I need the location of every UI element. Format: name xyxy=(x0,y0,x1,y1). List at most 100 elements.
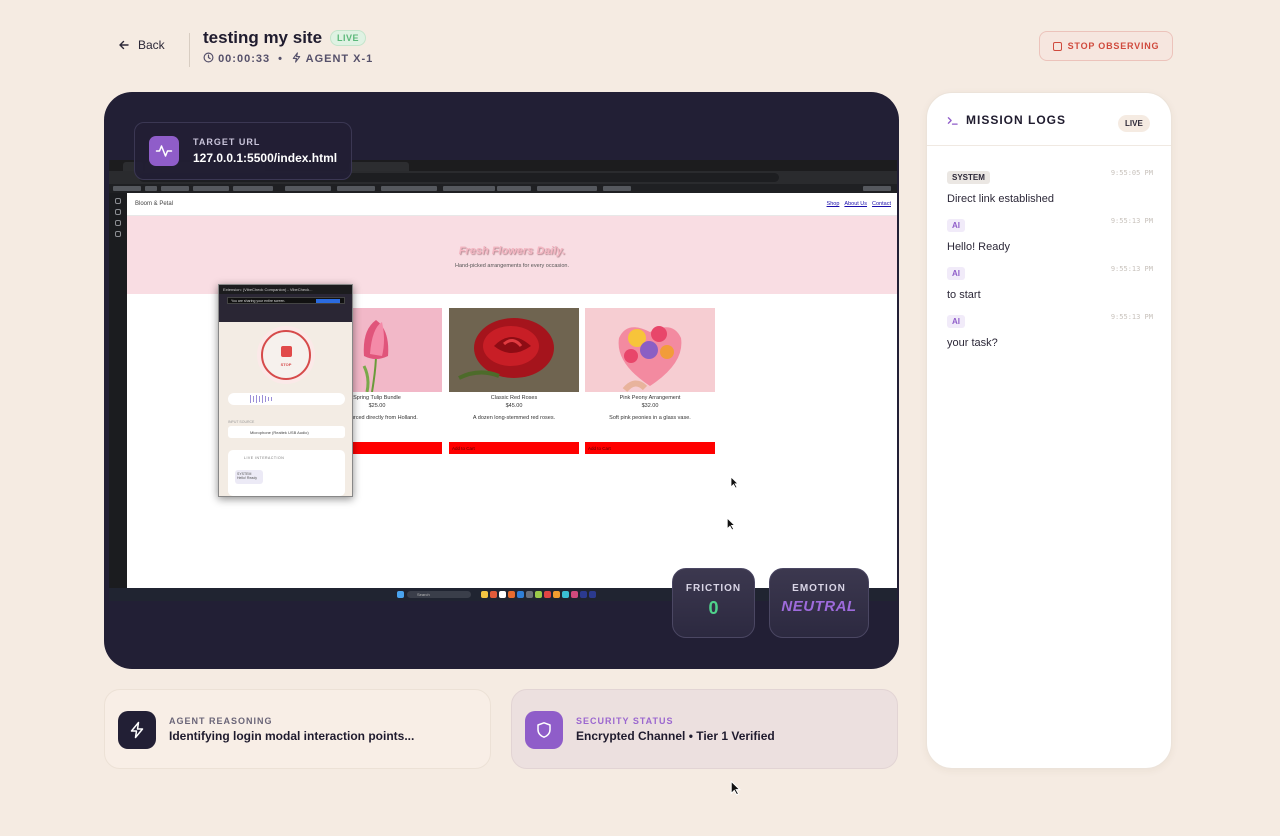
target-url-value: 127.0.0.1:5500/index.html xyxy=(193,151,338,165)
taskbar-app-icon xyxy=(490,591,497,598)
bookmark xyxy=(497,186,531,191)
side-panel-icon xyxy=(115,209,121,215)
log-role-badge: AI xyxy=(947,219,965,232)
taskbar-app-icon xyxy=(580,591,587,598)
site-nav-link: About Us xyxy=(844,201,868,207)
friction-metric-card: FRICTION 0 xyxy=(672,568,755,638)
product-image-peony xyxy=(585,308,715,392)
browser-side-panel xyxy=(109,193,127,588)
status-badge: LIVE xyxy=(330,30,367,46)
log-role-badge: AI xyxy=(947,315,965,328)
target-url-card: TARGET URL 127.0.0.1:5500/index.html xyxy=(134,122,352,180)
timer: 00:00:33 xyxy=(203,52,270,65)
side-panel-icon xyxy=(115,198,121,204)
taskbar-app-icon xyxy=(508,591,515,598)
log-entry: AI 9:55:13 PM Hello! Ready xyxy=(947,215,1153,253)
emotion-label: EMOTION xyxy=(792,583,846,594)
meta-separator: • xyxy=(278,52,283,65)
live-interaction-card: LIVE INTERACTION SYSTEM Hello! Ready xyxy=(228,450,345,496)
product-price: $45.00 xyxy=(505,403,523,409)
shared-screen: Bloom & Petal Shop About Us Contact Fres… xyxy=(109,160,897,601)
hero-subtitle: Hand-picked arrangements for every occas… xyxy=(454,263,570,269)
site-nav-links: Shop About Us Contact xyxy=(827,201,891,207)
product-image-roses xyxy=(449,308,579,392)
log-role-badge: AI xyxy=(947,267,965,280)
taskbar-app-icon xyxy=(544,591,551,598)
cursor-icon xyxy=(730,476,739,489)
taskbar-app-icon xyxy=(589,591,596,598)
log-message: Hello! Ready xyxy=(947,241,1010,253)
mission-logs-header: MISSION LOGS xyxy=(947,113,1066,127)
agent-name: AGENT X-1 xyxy=(291,52,373,65)
taskbar-app-icon xyxy=(517,591,524,598)
windows-start-icon xyxy=(397,591,404,598)
log-timestamp: 9:55:13 PM xyxy=(1110,265,1153,273)
agent-reasoning-card: AGENT REASONING Identifying login modal … xyxy=(104,689,491,769)
bookmark xyxy=(537,186,597,191)
product-card: Classic Red Roses $45.00 A dozen long-st… xyxy=(449,308,579,458)
log-timestamp: 9:55:13 PM xyxy=(1110,217,1153,225)
product-name: Pink Peony Arrangement xyxy=(619,395,681,401)
product-description: Soft pink peonies in a glass vase. xyxy=(609,415,691,421)
log-message: Direct link established xyxy=(947,193,1054,205)
back-button[interactable]: Back xyxy=(118,38,165,52)
mission-logs-panel: MISSION LOGS LIVE SYSTEM 9:55:05 PM Dire… xyxy=(926,92,1172,769)
site-nav: Bloom & Petal Shop About Us Contact xyxy=(127,193,897,216)
bookmark xyxy=(145,186,157,191)
taskbar-app-icon xyxy=(481,591,488,598)
add-to-cart-button[interactable]: Add to Cart xyxy=(449,442,579,454)
record-stop-button[interactable]: STOP xyxy=(261,330,311,380)
lightning-icon xyxy=(292,52,301,63)
security-status-card: SECURITY STATUS Encrypted Channel • Tier… xyxy=(511,689,898,769)
bookmark xyxy=(475,186,491,191)
friction-label: FRICTION xyxy=(685,583,742,594)
back-label: Back xyxy=(138,38,165,52)
stop-square-icon xyxy=(281,346,292,357)
timer-value: 00:00:33 xyxy=(218,53,271,65)
log-entry: AI 9:55:13 PM to start xyxy=(947,263,1153,301)
add-to-cart-button[interactable]: Add to Cart xyxy=(585,442,715,454)
audio-waveform xyxy=(228,393,345,405)
security-status-label: SECURITY STATUS xyxy=(576,716,674,726)
taskbar-search: Search xyxy=(407,591,471,598)
record-stop-label: STOP xyxy=(280,362,292,367)
log-timestamp: 9:55:05 PM xyxy=(1110,169,1153,177)
cursor-icon xyxy=(730,780,741,796)
live-viewer: TARGET URL 127.0.0.1:5500/index.html Blo… xyxy=(104,92,899,669)
friction-value: 0 xyxy=(708,598,719,618)
lightning-icon xyxy=(118,711,156,749)
stop-sharing-button[interactable] xyxy=(316,299,340,303)
mission-logs-title: MISSION LOGS xyxy=(966,113,1067,127)
bookmark xyxy=(381,186,437,191)
terminal-prompt-icon xyxy=(947,116,958,125)
agent-label: AGENT X-1 xyxy=(305,53,374,65)
bookmark xyxy=(233,186,273,191)
screen-share-notice: You are sharing your entire screen. xyxy=(227,297,345,304)
input-source-label: INPUT SOURCE xyxy=(228,420,255,424)
extension-titlebar: Extension: (VibeCheck Companion) - VibeC… xyxy=(219,285,352,294)
emotion-metric-card: EMOTION NEUTRAL xyxy=(769,568,869,638)
site-nav-link: Contact xyxy=(872,201,891,207)
bookmark xyxy=(285,186,331,191)
input-source-select[interactable]: Microphone (Realtek USB Audio) xyxy=(228,426,345,438)
header-divider xyxy=(189,33,190,67)
clock-icon xyxy=(203,52,214,63)
bookmark xyxy=(113,186,141,191)
taskbar-app-icon xyxy=(499,591,506,598)
agent-reasoning-text: Identifying login modal interaction poin… xyxy=(169,729,415,743)
taskbar-app-icon xyxy=(571,591,578,598)
agent-reasoning-label: AGENT REASONING xyxy=(169,716,273,726)
interaction-message: SYSTEM Hello! Ready xyxy=(235,470,263,484)
log-message: your task? xyxy=(947,337,998,349)
stop-observing-button[interactable]: STOP OBSERVING xyxy=(1039,31,1173,61)
page-title: testing my site xyxy=(203,28,323,47)
session-meta: 00:00:33 • AGENT X-1 xyxy=(203,52,373,65)
activity-pulse-icon xyxy=(149,136,179,166)
security-status-text: Encrypted Channel • Tier 1 Verified xyxy=(576,729,775,743)
shield-icon xyxy=(525,711,563,749)
site-hero: Fresh Flowers Daily. Hand-picked arrange… xyxy=(127,216,897,294)
product-card: Pink Peony Arrangement $32.00 Soft pink … xyxy=(585,308,715,458)
logs-live-badge: LIVE xyxy=(1118,115,1150,132)
logs-divider xyxy=(927,145,1171,146)
product-price: $32.00 xyxy=(641,403,659,409)
